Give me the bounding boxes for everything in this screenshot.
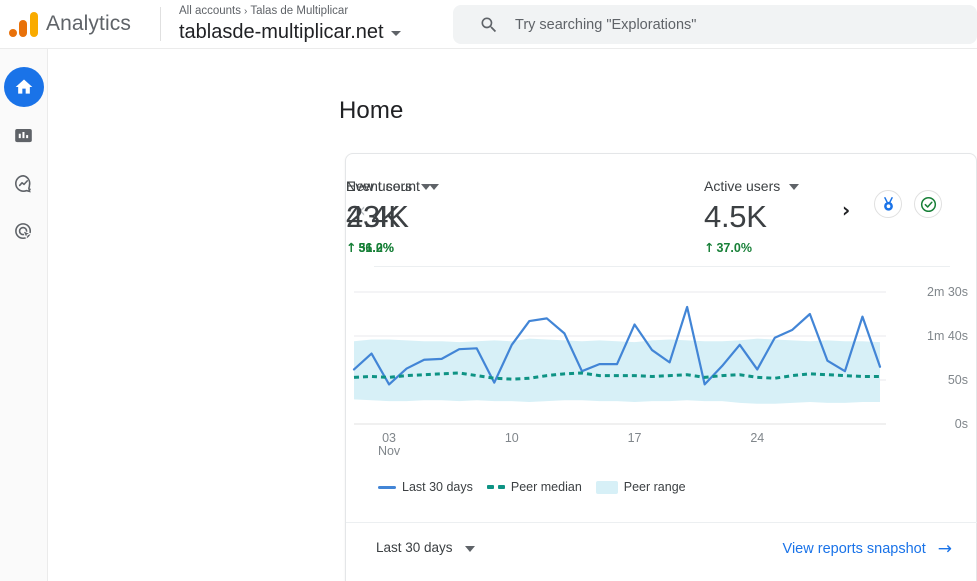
main-content: Home ‹ › Active users 4.5K ↑ 37.0% Event…: [49, 49, 977, 581]
legend-solid-line-icon: [378, 485, 396, 489]
chevron-down-icon[interactable]: [464, 545, 475, 552]
metric-label: Active users: [704, 178, 781, 194]
metric-label: New users: [346, 178, 413, 194]
metric-selector[interactable]: New users: [346, 178, 432, 194]
chevron-down-icon[interactable]: [421, 184, 432, 190]
advertising-target-icon: [15, 222, 32, 239]
metrics-divider: [374, 266, 950, 267]
snapshot-link-label: View reports snapshot: [782, 541, 926, 557]
sidebar-item-home[interactable]: [3, 67, 44, 107]
property-name[interactable]: tablasde-multiplicar.net: [179, 19, 384, 45]
brand-area[interactable]: Analytics: [0, 11, 158, 37]
breadcrumb-separator-icon: ›: [244, 5, 248, 17]
analytics-logo-icon: [8, 11, 38, 37]
card-footer-divider: [346, 522, 977, 523]
sidebar: [0, 49, 48, 581]
metrics-row: ‹ › Active users 4.5K ↑ 37.0% Event count: [346, 154, 976, 264]
search-icon: [481, 17, 497, 32]
brand-label: Analytics: [46, 12, 131, 35]
metric-new-users: New users 4.4K ↑ 36.2%: [346, 178, 432, 255]
home-icon: [15, 79, 32, 94]
search-placeholder: Try searching "Explorations": [515, 16, 697, 33]
chart-svg: 0s 50s 1m 40s 2m 30s 03 Nov 10 17 24: [352, 285, 968, 458]
peer-range-band: [354, 338, 880, 404]
chevron-right-icon[interactable]: ›: [842, 200, 850, 220]
check-circle-icon: [920, 196, 936, 212]
metric-value: 4.5K: [704, 199, 767, 234]
medal-badge-icon: [883, 196, 893, 211]
chevron-down-icon[interactable]: [789, 184, 800, 190]
x-axis-tick-label: 03 Nov: [378, 431, 401, 458]
explore-trend-icon: [15, 174, 31, 192]
metric-delta: ↑ 36.2%: [346, 240, 431, 255]
legend-label: Peer range: [623, 480, 686, 494]
metric-delta: ↑ 37.0%: [704, 240, 799, 255]
sidebar-item-advertising[interactable]: [4, 211, 44, 251]
chart-legend: Last 30 days Peer median Peer range: [378, 480, 686, 494]
breadcrumb: All accounts › Talas de Multiplicar: [179, 4, 401, 19]
account-selector[interactable]: All accounts › Talas de Multiplicar tablas…: [179, 4, 401, 45]
date-range-label: Last 30 days: [376, 540, 453, 555]
arrow-right-icon: →: [937, 539, 952, 559]
view-reports-snapshot-link[interactable]: View reports snapshot →: [783, 539, 952, 559]
x-axis-tick-label: 17: [628, 431, 642, 445]
topbar-divider: [160, 7, 161, 41]
arrow-up-icon: ↑: [346, 240, 357, 255]
breadcrumb-all-accounts[interactable]: All accounts: [179, 5, 241, 17]
breadcrumb-account-name[interactable]: Talas de Multiplicar: [250, 5, 348, 17]
metric-active-users: Active users 4.5K ↑ 37.0%: [704, 178, 800, 255]
y-axis-tick-label: 2m 30s: [927, 285, 968, 299]
chevron-down-icon[interactable]: [390, 31, 401, 36]
page-title: Home: [339, 97, 404, 124]
date-range-selector[interactable]: Last 30 days: [376, 540, 475, 555]
medal-badge-button[interactable]: [874, 190, 902, 218]
insights-card: ‹ › Active users 4.5K ↑ 37.0% Event count: [345, 153, 977, 581]
peer-comparison-chart: 0s 50s 1m 40s 2m 30s 03 Nov 10 17 24: [346, 272, 977, 472]
check-status-button[interactable]: [914, 190, 942, 218]
metric-selector[interactable]: Active users: [704, 178, 800, 194]
legend-label: Last 30 days: [402, 480, 473, 494]
analytics-home-page: Analytics All accounts › Talas de Multipli…: [0, 0, 977, 581]
x-axis-tick-label: 10: [505, 431, 519, 445]
y-axis-tick-label: 50s: [948, 373, 968, 387]
y-axis-tick-label: 0s: [955, 417, 968, 431]
metric-delta-value: 36.2%: [358, 241, 394, 255]
metric-delta-value: 37.0%: [716, 241, 752, 255]
top-bar: Analytics All accounts › Talas de Multipli…: [0, 0, 977, 49]
x-axis-tick-label: 24: [750, 431, 764, 445]
legend-dashed-line-icon: [486, 485, 505, 489]
legend-label: Peer median: [510, 480, 582, 494]
legend-item-peer-range[interactable]: Peer range: [595, 480, 686, 494]
sidebar-item-explore[interactable]: [4, 163, 44, 203]
y-axis-tick-label: 1m 40s: [927, 329, 968, 343]
card-badges: [874, 190, 942, 218]
legend-item-peer-median[interactable]: Peer median: [486, 480, 582, 494]
bar-chart-icon: [15, 128, 32, 142]
sidebar-item-reports[interactable]: [4, 115, 44, 155]
arrow-up-icon: ↑: [704, 240, 715, 255]
metric-value: 4.4K: [346, 199, 409, 234]
legend-item-last-30-days[interactable]: Last 30 days: [378, 480, 473, 494]
legend-area-swatch-icon: [595, 480, 618, 494]
search-input[interactable]: Try searching "Explorations": [453, 5, 977, 44]
